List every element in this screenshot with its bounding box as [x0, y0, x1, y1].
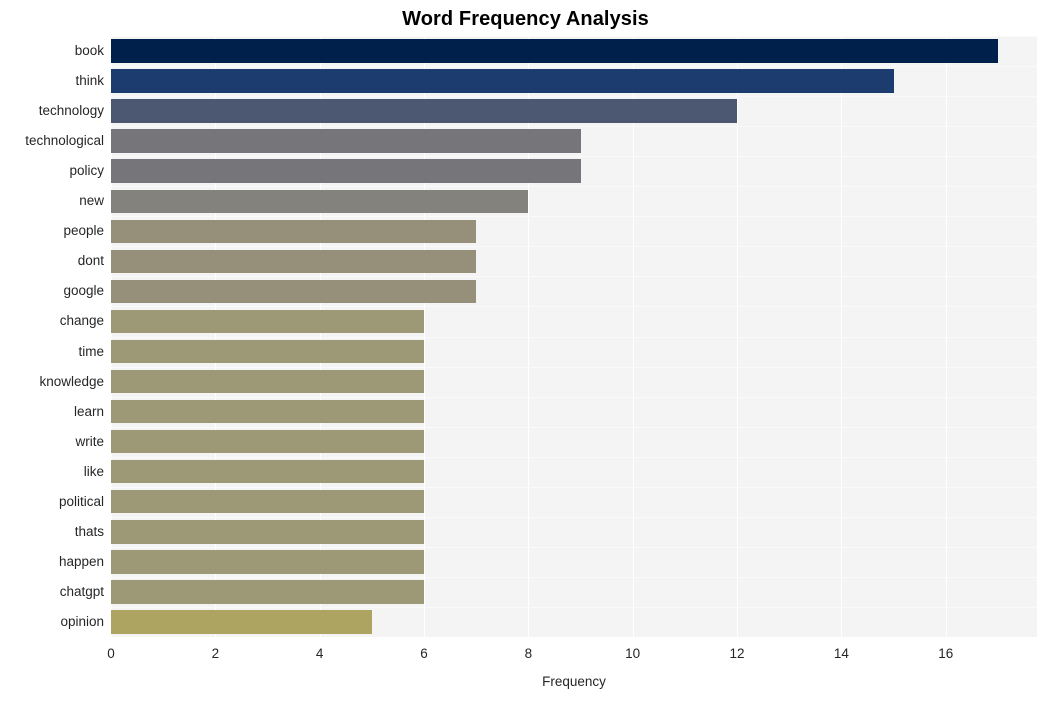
bar[interactable] — [111, 610, 372, 634]
bar[interactable] — [111, 249, 477, 274]
x-axis-tick-label: 0 — [107, 646, 115, 661]
bar-row — [111, 66, 1037, 96]
x-axis-tick-label: 10 — [625, 646, 641, 661]
y-axis-tick-label: happen — [58, 553, 104, 569]
y-axis-tick-label: like — [83, 463, 104, 479]
x-axis-tick-label: 4 — [315, 646, 324, 661]
y-axis-tick-label: political — [58, 493, 104, 509]
y-axis-tick-label: technological — [25, 133, 104, 149]
y-axis-tick-label: thats — [74, 523, 104, 539]
bar[interactable] — [111, 399, 424, 424]
y-axis-tick-label: opinion — [60, 613, 104, 629]
bar[interactable] — [111, 219, 477, 244]
x-axis-tick-label: 6 — [420, 646, 428, 661]
bar[interactable] — [111, 520, 424, 544]
y-axis-tick-label: think — [75, 73, 104, 89]
bar[interactable] — [111, 429, 424, 454]
x-axis-tick-label: 12 — [729, 646, 745, 661]
bar-row — [111, 306, 1037, 336]
bar[interactable] — [111, 189, 529, 213]
x-axis-label: Frequency — [542, 674, 606, 689]
bar[interactable] — [111, 129, 581, 153]
bar-row — [111, 156, 1037, 186]
bar[interactable] — [111, 490, 424, 514]
bar-row — [111, 337, 1037, 367]
bar[interactable] — [111, 69, 894, 93]
y-axis-tick-label: book — [74, 43, 104, 59]
bar[interactable] — [111, 459, 424, 484]
plot-area — [111, 36, 1037, 637]
y-axis-tick-label: chatgpt — [59, 583, 104, 599]
bar-row — [111, 577, 1037, 607]
y-axis-tick-label: dont — [77, 253, 104, 269]
y-axis-tick-label: policy — [69, 163, 104, 179]
y-axis-tick-label: people — [63, 223, 104, 239]
bar-row — [111, 427, 1037, 457]
x-axis-tick-label: 16 — [938, 646, 954, 661]
x-axis-tick-labels: 0 2 4 6 8 10 12 14 16 — [107, 645, 1037, 667]
y-axis-tick-label: write — [75, 433, 104, 449]
x-axis-tick-label: 14 — [833, 646, 849, 661]
y-axis-tick-label: technology — [38, 103, 104, 119]
bar[interactable] — [111, 99, 738, 123]
bar[interactable] — [111, 39, 998, 63]
bar-row — [111, 517, 1037, 547]
bar[interactable] — [111, 159, 581, 183]
x-axis-tick-label: 8 — [524, 646, 533, 661]
bar-row — [111, 487, 1037, 517]
bar[interactable] — [111, 550, 424, 574]
y-axis-tick-label: knowledge — [39, 373, 104, 389]
bar[interactable] — [111, 309, 424, 334]
bar-row — [111, 547, 1037, 577]
bar-row — [111, 216, 1037, 246]
bar[interactable] — [111, 369, 424, 394]
y-axis-tick-label: learn — [73, 403, 104, 419]
word-frequency-chart-figure: Word Frequency Analysis book think technol… — [0, 0, 1051, 701]
bar-row — [111, 246, 1037, 276]
bar-row — [111, 186, 1037, 216]
y-axis-tick-label: time — [78, 343, 104, 359]
bar-row — [111, 367, 1037, 397]
y-axis-tick-label: change — [59, 313, 104, 329]
y-axis-tick-label: new — [79, 193, 104, 209]
bar[interactable] — [111, 339, 424, 364]
y-axis-tick-labels: book think technology technological policy ne… — [0, 36, 104, 637]
chart-title: Word Frequency Analysis — [402, 8, 649, 30]
bar-row — [111, 36, 1037, 66]
bar-row — [111, 457, 1037, 487]
y-axis-tick-label: google — [63, 283, 104, 299]
bar-row — [111, 276, 1037, 306]
x-axis-tick-label: 2 — [211, 646, 220, 661]
bar-row — [111, 397, 1037, 427]
bar-row — [111, 607, 1037, 637]
bar[interactable] — [111, 279, 477, 304]
bar[interactable] — [111, 580, 424, 604]
bar-row — [111, 96, 1037, 126]
bar-row — [111, 126, 1037, 156]
